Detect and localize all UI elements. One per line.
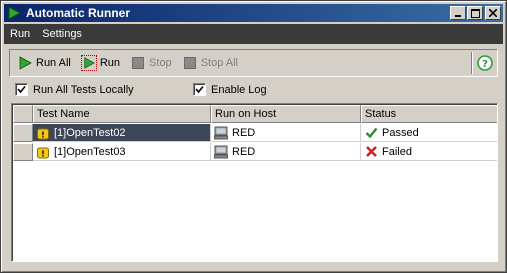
options-row: Run All Tests Locally Enable Log [15, 83, 495, 99]
host-cell[interactable]: RED [211, 143, 361, 161]
run-locally-checkbox[interactable]: Run All Tests Locally [15, 83, 134, 96]
status-text: Failed [382, 145, 412, 158]
title-bar[interactable]: Automatic Runner [4, 4, 503, 22]
warning-lock-icon: ! [35, 144, 51, 160]
automatic-runner-window: Automatic Runner Run Settings Run All Ru… [0, 0, 507, 273]
checkbox-box[interactable] [193, 83, 206, 96]
stop-icon [182, 55, 198, 71]
help-icon[interactable]: ? [477, 55, 493, 71]
status-cell[interactable]: Passed [361, 124, 497, 142]
menu-settings[interactable]: Settings [36, 28, 88, 40]
host-name: RED [232, 145, 256, 158]
row-header-corner [13, 105, 33, 123]
test-name: [1]OpenTest02 [54, 126, 126, 139]
svg-text:!: ! [41, 130, 45, 139]
menu-bar: Run Settings [4, 24, 503, 44]
minimize-button[interactable] [450, 6, 466, 20]
computer-icon [213, 144, 229, 160]
table-row[interactable]: ! [1]OpenTest02 RED Passed [13, 124, 497, 142]
play-app-icon [6, 5, 22, 21]
column-header-test-name[interactable]: Test Name [33, 105, 211, 123]
run-all-label: Run All [36, 57, 71, 69]
stop-icon [130, 55, 146, 71]
run-locally-label: Run All Tests Locally [33, 83, 134, 96]
stop-label: Stop [149, 57, 172, 69]
toolbar: Run All Run Stop Stop All ? [9, 49, 498, 77]
checkbox-box[interactable] [15, 83, 28, 96]
menu-run[interactable]: Run [4, 28, 36, 40]
enable-log-checkbox[interactable]: Enable Log [193, 83, 267, 96]
column-header-status[interactable]: Status [361, 105, 497, 123]
toolbar-separator [471, 52, 473, 74]
table-row[interactable]: ! [1]OpenTest03 RED Failed [13, 143, 497, 161]
stop-button[interactable]: Stop [127, 52, 175, 74]
close-button[interactable] [485, 6, 501, 20]
maximize-icon [470, 8, 480, 18]
stop-all-button[interactable]: Stop All [179, 52, 241, 74]
maximize-button[interactable] [467, 6, 483, 20]
column-header-run-on-host[interactable]: Run on Host [211, 105, 361, 123]
x-icon [363, 144, 379, 160]
warning-lock-icon: ! [35, 125, 51, 141]
status-cell[interactable]: Failed [361, 143, 497, 161]
close-icon [489, 9, 497, 17]
run-button[interactable]: Run [78, 52, 123, 74]
enable-log-label: Enable Log [211, 83, 267, 96]
test-name: [1]OpenTest03 [54, 145, 126, 158]
run-all-button[interactable]: Run All [14, 52, 74, 74]
row-header[interactable] [13, 143, 33, 161]
status-text: Passed [382, 126, 419, 139]
play-icon [80, 55, 97, 71]
svg-text:!: ! [41, 149, 45, 158]
minimize-icon [455, 15, 461, 17]
row-header[interactable] [13, 124, 33, 142]
play-icon [17, 55, 33, 71]
checkmark-icon [195, 85, 204, 94]
host-name: RED [232, 126, 256, 139]
stop-all-label: Stop All [200, 57, 238, 69]
test-name-cell[interactable]: ! [1]OpenTest02 [33, 124, 211, 142]
tests-table: Test Name Run on Host Status ! [1]OpenTe… [11, 103, 498, 262]
test-name-cell[interactable]: ! [1]OpenTest03 [33, 143, 211, 161]
window-title: Automatic Runner [26, 6, 131, 20]
run-label: Run [99, 57, 121, 69]
computer-icon [213, 125, 229, 141]
checkmark-icon [17, 85, 26, 94]
svg-text:?: ? [482, 59, 488, 70]
host-cell[interactable]: RED [211, 124, 361, 142]
table-header: Test Name Run on Host Status [13, 105, 497, 123]
check-icon [363, 125, 379, 141]
